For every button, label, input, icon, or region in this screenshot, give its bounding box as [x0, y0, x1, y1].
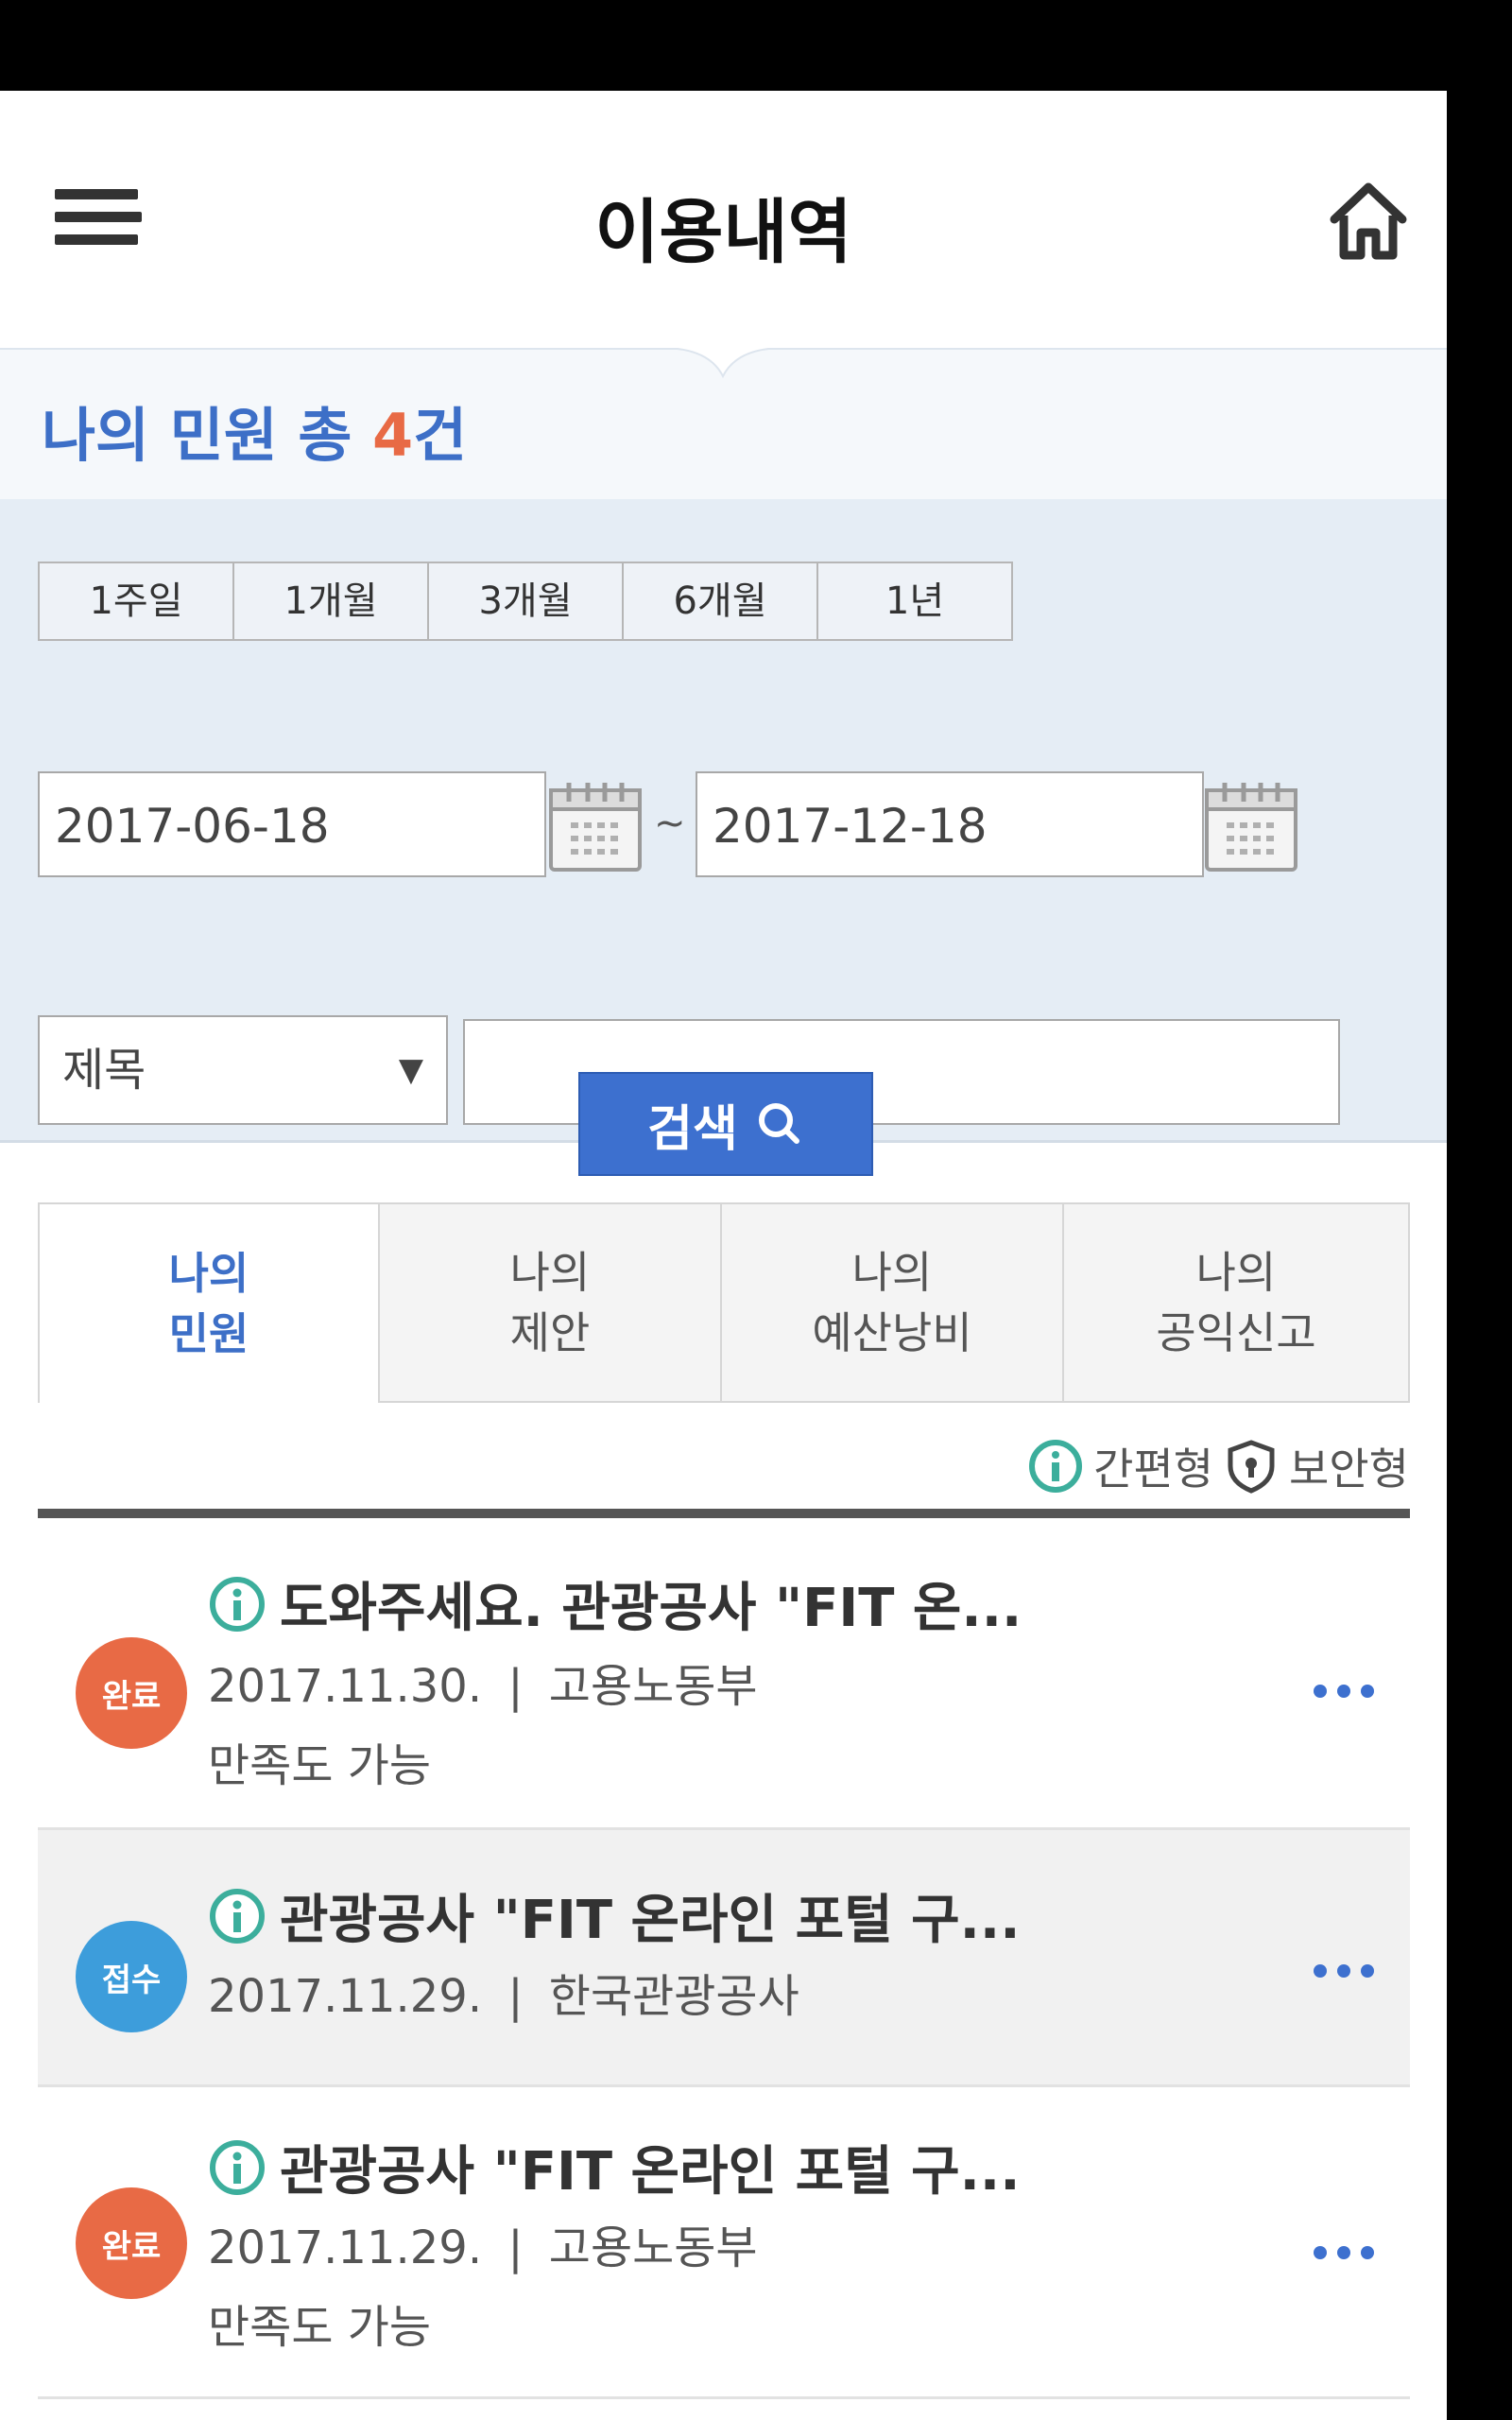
item-separator: | — [507, 1970, 524, 2023]
period-6month-button[interactable]: 6개월 — [624, 563, 818, 639]
item-meta: 2017.11.29. | 고용노동부 — [208, 2210, 758, 2276]
item-satisfaction: 만족도 가능 — [208, 2301, 432, 2354]
legend-simple-label: 간편형 — [1093, 1443, 1214, 1495]
info-icon — [210, 1576, 265, 1632]
dropdown-arrow-icon: ▼ — [398, 1051, 423, 1089]
status-badge: 접수 — [76, 1921, 187, 2032]
list-item[interactable]: 완료 관광공사 "FIT 온라인 포털 구... 2017.11.29. | 고… — [38, 2087, 1410, 2399]
tab-my-public-report[interactable]: 나의 공익신고 — [1064, 1202, 1410, 1403]
item-satisfaction: 만족도 가능 — [208, 1739, 432, 1792]
tab-my-proposals[interactable]: 나의 제안 — [380, 1202, 722, 1403]
item-title: 관광공사 "FIT 온라인 포털 구... — [208, 2129, 1020, 2205]
item-agency: 고용노동부 — [548, 2221, 758, 2274]
total-prefix: 나의 민원 총 — [42, 401, 372, 470]
app-screen: 이용내역 나의 민원 총 4건 1주일 1개월 3개월 6개월 1년 2017-… — [0, 91, 1447, 2420]
header-notch — [662, 348, 784, 379]
date-range-separator: ~ — [654, 802, 686, 845]
item-date: 2017.11.29. — [208, 1970, 483, 2023]
more-options-icon[interactable] — [1314, 2246, 1374, 2265]
end-calendar-icon[interactable] — [1204, 779, 1298, 873]
search-icon — [758, 1103, 799, 1144]
end-date-input[interactable]: 2017-12-18 — [696, 771, 1204, 877]
legend-secure-label: 보안형 — [1289, 1443, 1409, 1495]
item-title: 도와주세요. 관광공사 "FIT 온... — [208, 1565, 1022, 1642]
list-item[interactable]: 완료 도와주세요. 관광공사 "FIT 온... 2017.11.30. | 고… — [38, 1518, 1410, 1830]
legend-simple: 간편형 — [1027, 1435, 1213, 1497]
more-options-icon[interactable] — [1314, 1964, 1374, 1983]
total-suffix: 건 — [413, 401, 468, 470]
item-date: 2017.11.29. — [208, 2221, 483, 2274]
period-1year-button[interactable]: 1년 — [818, 563, 1011, 639]
list-item[interactable]: 접수 관광공사 "FIT 온라인 포털 구... 2017.11.29. | 한… — [38, 1830, 1410, 2087]
more-options-icon[interactable] — [1314, 1685, 1374, 1703]
period-1month-button[interactable]: 1개월 — [234, 563, 429, 639]
total-count: 4 — [371, 401, 414, 470]
item-meta: 2017.11.30. | 고용노동부 — [208, 1649, 758, 1715]
period-1week-button[interactable]: 1주일 — [40, 563, 234, 639]
home-icon[interactable] — [1325, 178, 1412, 265]
item-separator: | — [507, 1660, 524, 1713]
shield-icon — [1228, 1440, 1275, 1494]
search-panel: 1주일 1개월 3개월 6개월 1년 2017-06-18 ~ 2017-12-… — [0, 499, 1447, 1176]
item-agency: 한국관광공사 — [548, 1970, 799, 2023]
tab-my-budget-waste[interactable]: 나의 예산낭비 — [722, 1202, 1064, 1403]
tab-my-complaints[interactable]: 나의 민원 — [38, 1202, 380, 1403]
item-title-text: 관광공사 "FIT 온라인 포털 구... — [280, 2141, 1021, 2203]
type-legend: 간편형 보안형 — [1027, 1433, 1409, 1499]
info-icon — [1029, 1440, 1083, 1493]
item-date: 2017.11.30. — [208, 1660, 483, 1713]
status-badge: 완료 — [76, 1637, 187, 1749]
total-count-heading: 나의 민원 총 4건 — [42, 388, 467, 473]
search-button-label: 검색 — [647, 1100, 738, 1158]
item-separator: | — [507, 2221, 524, 2274]
status-badge: 완료 — [76, 2187, 187, 2299]
search-field-select[interactable]: 제목 ▼ — [38, 1015, 448, 1125]
app-header: 이용내역 — [0, 91, 1447, 348]
period-selector: 1주일 1개월 3개월 6개월 1년 — [38, 562, 1013, 641]
legend-secure: 보안형 — [1223, 1435, 1409, 1497]
start-calendar-icon[interactable] — [548, 779, 643, 873]
info-icon — [210, 1888, 265, 1944]
category-tabs: 나의 민원 나의 제안 나의 예산낭비 나의 공익신고 — [38, 1202, 1410, 1403]
summary-bar: 나의 민원 총 4건 — [0, 348, 1447, 501]
page-title: 이용내역 — [594, 192, 852, 273]
complaint-list: 완료 도와주세요. 관광공사 "FIT 온... 2017.11.30. | 고… — [38, 1518, 1410, 2399]
info-icon — [210, 2139, 265, 2195]
item-agency: 고용노동부 — [548, 1660, 758, 1713]
search-button[interactable]: 검색 — [578, 1072, 873, 1176]
item-meta: 2017.11.29. | 한국관광공사 — [208, 1959, 799, 2025]
search-field-value: 제목 — [62, 1044, 146, 1097]
list-top-border — [38, 1509, 1410, 1518]
period-3month-button[interactable]: 3개월 — [429, 563, 624, 639]
start-date-input[interactable]: 2017-06-18 — [38, 771, 546, 877]
item-title: 관광공사 "FIT 온라인 포털 구... — [208, 1877, 1020, 1954]
item-title-text: 관광공사 "FIT 온라인 포털 구... — [280, 1890, 1021, 1951]
item-title-text: 도와주세요. 관광공사 "FIT 온... — [280, 1578, 1022, 1639]
tabs-divider — [380, 1401, 1410, 1403]
